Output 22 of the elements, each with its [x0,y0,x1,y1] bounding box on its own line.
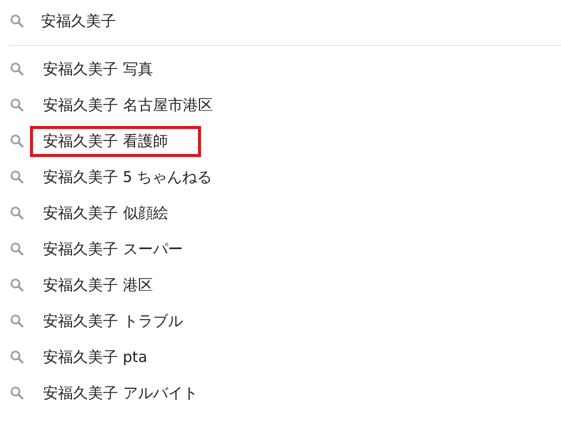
search-icon [10,314,24,328]
search-icon [10,206,24,220]
suggestion-item[interactable]: 安福久美子 アルバイト [40,378,209,408]
suggestion-item[interactable]: 安福久美子 トラブル [40,306,194,336]
search-icon [10,98,24,112]
suggestion-item[interactable]: 安福久美子 似顔絵 [40,198,179,228]
search-icon [10,386,24,400]
suggestion-item[interactable]: 安福久美子 pta [40,342,158,372]
suggestion-item[interactable]: 安福久美子 港区 [40,270,164,300]
search-icon [10,278,24,292]
suggestion-item[interactable]: 安福久美子 看護師 [30,126,201,156]
suggestion-item[interactable]: 安福久美子 5 ちゃんねる [40,162,224,192]
search-icon [10,14,24,28]
search-icon [10,134,24,148]
suggestion-item[interactable]: 安福久美子 名古屋市港区 [40,90,224,120]
search-icon [10,170,24,184]
search-field[interactable]: 安福久美子 [41,12,341,30]
suggestion-item[interactable]: 安福久美子 スーパー [40,234,194,264]
search-icon [10,242,24,256]
suggestion-item[interactable]: 安福久美子 写真 [40,54,164,84]
search-icon [10,350,24,364]
search-icon [10,62,24,76]
